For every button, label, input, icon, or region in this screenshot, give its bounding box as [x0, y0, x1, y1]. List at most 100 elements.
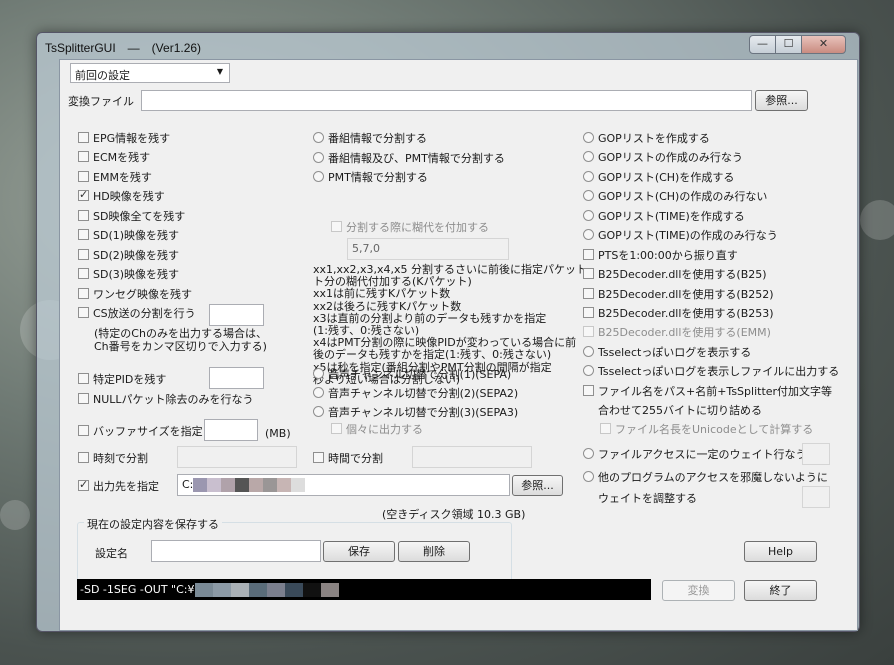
- left-option-label-1: ECMを残す: [93, 151, 151, 164]
- output-checkbox[interactable]: [78, 478, 89, 491]
- convert-button[interactable]: 変換: [662, 580, 735, 601]
- other-wait-input[interactable]: [802, 486, 830, 508]
- chevron-down-icon: ▼: [216, 67, 223, 76]
- bg-bokeh: [0, 500, 30, 530]
- separate-output-checkbox[interactable]: [331, 423, 342, 434]
- audio-split-label-1: 音声チャンネル切替で分割(2)(SEPA2): [328, 387, 519, 400]
- right-option-label-12: Tsselectっぽいログを表示しファイルに出力する: [598, 365, 840, 378]
- time-split-label: 時刻で分割: [93, 452, 148, 465]
- cs-channel-input[interactable]: [209, 304, 264, 326]
- close-button[interactable]: ✕: [801, 35, 846, 54]
- right-option-control-4[interactable]: [583, 210, 594, 221]
- left-option-checkbox-6[interactable]: [78, 249, 89, 260]
- filename-label: ファイル名をパス+名前+TsSplitter付加文字等: [598, 385, 833, 398]
- time-split-input[interactable]: [177, 446, 297, 468]
- preset-select[interactable]: 前回の設定 ▼: [70, 63, 230, 83]
- pid-label: 特定PIDを残す: [93, 373, 167, 386]
- right-option-control-7[interactable]: [583, 268, 594, 279]
- right-option-control-9[interactable]: [583, 307, 594, 318]
- left-option-checkbox-4[interactable]: [78, 210, 89, 221]
- margin-help-line-7: 後のデータも残すかを指定(1:残す、0:残さない): [313, 348, 552, 362]
- unicode-checkbox[interactable]: [600, 423, 611, 434]
- right-option-label-9: B25Decoder.dllを使用する(B253): [598, 307, 774, 320]
- right-option-label-11: Tsselectっぽいログを表示する: [598, 346, 752, 359]
- other-wait-label: 他のプログラムのアクセスを邪魔しないように: [598, 471, 828, 484]
- right-option-control-0[interactable]: [583, 132, 594, 143]
- left-option-label-3: HD映像を残す: [93, 190, 165, 203]
- split-mode-radio-1[interactable]: [313, 152, 324, 163]
- right-option-control-1[interactable]: [583, 151, 594, 162]
- left-option-label-4: SD映像全てを残す: [93, 210, 186, 223]
- time-split-checkbox[interactable]: [78, 452, 89, 463]
- left-option-label-7: SD(3)映像を残す: [93, 268, 180, 281]
- left-option-checkbox-7[interactable]: [78, 268, 89, 279]
- margin-help-line-3: xx2は後ろに残すKパケット数: [313, 299, 462, 313]
- filename-checkbox[interactable]: [583, 385, 594, 396]
- file-wait-radio[interactable]: [583, 448, 594, 459]
- help-button[interactable]: Help: [744, 541, 817, 562]
- save-button[interactable]: 保存: [323, 541, 395, 562]
- left-option-checkbox-1[interactable]: [78, 151, 89, 162]
- command-line-display: -SD -1SEG -OUT "C:¥: [77, 579, 651, 600]
- other-wait-label-2: ウェイトを調整する: [598, 492, 697, 505]
- buffer-checkbox[interactable]: [78, 425, 89, 436]
- file-wait-input[interactable]: [802, 443, 830, 465]
- audio-split-radio-0[interactable]: [313, 368, 324, 379]
- audio-split-radio-1[interactable]: [313, 387, 324, 398]
- app-window: TsSplitterGUI — (Ver1.26) — ☐ ✕ 前回の設定 ▼ …: [36, 32, 860, 632]
- right-option-control-3[interactable]: [583, 190, 594, 201]
- input-browse-button[interactable]: 参照...: [755, 90, 808, 111]
- right-option-control-2[interactable]: [583, 171, 594, 182]
- right-option-control-10[interactable]: [583, 326, 594, 337]
- pid-checkbox[interactable]: [78, 373, 89, 384]
- left-option-checkbox-0[interactable]: [78, 132, 89, 143]
- minimize-button[interactable]: —: [749, 35, 776, 54]
- right-option-control-11[interactable]: [583, 346, 594, 357]
- right-option-control-12[interactable]: [583, 365, 594, 376]
- right-option-control-6[interactable]: [583, 249, 594, 260]
- output-label: 出力先を指定: [93, 480, 159, 493]
- title-bar[interactable]: TsSplitterGUI — (Ver1.26) — ☐ ✕: [37, 33, 859, 59]
- pid-input[interactable]: [209, 367, 264, 389]
- right-option-control-8[interactable]: [583, 288, 594, 299]
- audio-split-radio-2[interactable]: [313, 406, 324, 417]
- split-mode-radio-2[interactable]: [313, 171, 324, 182]
- free-space-text: (空きディスク領域 10.3 GB): [382, 508, 526, 521]
- left-option-label-8: ワンセグ映像を残す: [93, 288, 192, 301]
- left-option-checkbox-8[interactable]: [78, 288, 89, 299]
- delete-button[interactable]: 削除: [398, 541, 470, 562]
- maximize-button[interactable]: ☐: [775, 35, 802, 54]
- right-option-label-7: B25Decoder.dllを使用する(B25): [598, 268, 767, 281]
- duration-split-input[interactable]: [412, 446, 532, 468]
- null-packet-checkbox[interactable]: [78, 393, 89, 404]
- output-path-field[interactable]: C:: [177, 474, 510, 496]
- left-option-checkbox-9[interactable]: [78, 307, 89, 318]
- other-wait-radio[interactable]: [583, 471, 594, 482]
- null-packet-label: NULLパケット除去のみを行なう: [93, 393, 254, 406]
- split-mode-label-0: 番組情報で分割する: [328, 132, 427, 145]
- right-option-label-6: PTSを1:00:00から振り直す: [598, 249, 738, 262]
- output-browse-button[interactable]: 参照...: [512, 475, 563, 496]
- left-option-checkbox-2[interactable]: [78, 171, 89, 182]
- input-file-field[interactable]: [141, 90, 752, 111]
- right-option-control-5[interactable]: [583, 229, 594, 240]
- split-mode-radio-0[interactable]: [313, 132, 324, 143]
- buffer-input[interactable]: [204, 419, 258, 441]
- margin-checkbox[interactable]: [331, 221, 342, 232]
- preset-name-input[interactable]: [151, 540, 321, 562]
- file-wait-label: ファイルアクセスに一定のウェイト行なう: [598, 448, 807, 461]
- separate-output-label: 個々に出力する: [346, 423, 423, 436]
- bg-bokeh: [860, 200, 894, 240]
- left-option-checkbox-5[interactable]: [78, 229, 89, 240]
- input-file-label: 変換ファイル: [68, 95, 134, 108]
- main-panel: 前回の設定 ▼ 変換ファイル 参照... EPG情報を残す ECMを残す EMMを残…: [59, 59, 858, 631]
- duration-split-checkbox[interactable]: [313, 452, 324, 463]
- cs-note-1: (特定のChのみを出力する場合は、: [94, 327, 267, 340]
- left-option-label-5: SD(1)映像を残す: [93, 229, 180, 242]
- margin-input[interactable]: 5,7,0: [347, 238, 509, 260]
- margin-help-line-2: xx1は前に残すKパケット数: [313, 287, 451, 301]
- right-option-label-8: B25Decoder.dllを使用する(B252): [598, 288, 774, 301]
- left-option-checkbox-3[interactable]: [78, 188, 89, 201]
- margin-help-line-4: x3は直前の分割より前のデータも残すかを指定: [313, 311, 547, 325]
- exit-button[interactable]: 終了: [744, 580, 817, 601]
